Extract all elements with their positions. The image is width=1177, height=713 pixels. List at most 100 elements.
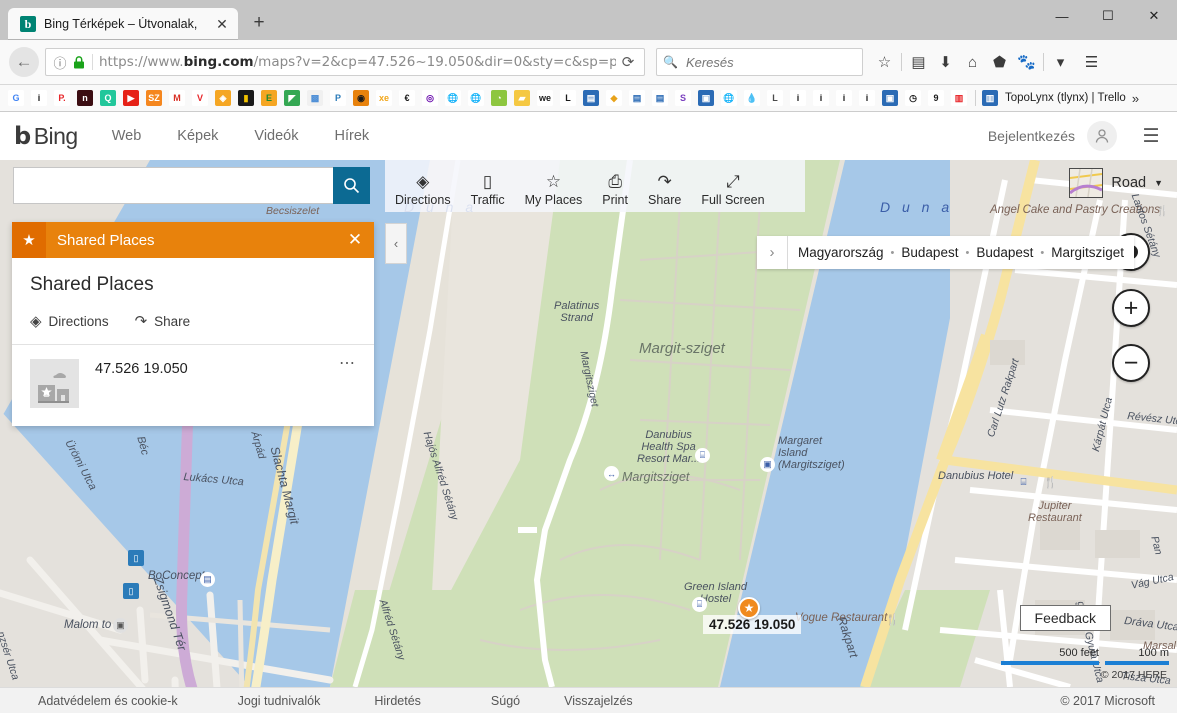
index-icon[interactable]: i <box>31 90 47 106</box>
diamond-icon[interactable]: ◆ <box>606 90 622 106</box>
nlc-icon[interactable]: n <box>77 90 93 106</box>
bookmarks-overflow-icon[interactable]: » <box>1132 91 1139 106</box>
bing-logo[interactable]: b Bing <box>14 122 78 150</box>
euro-icon[interactable]: € <box>399 90 415 106</box>
firefox-icon[interactable]: ◎ <box>422 90 438 106</box>
map-tool-full-screen[interactable]: ⤢ Full Screen <box>691 167 774 212</box>
zoom-in-button[interactable]: + <box>1112 289 1150 327</box>
nine-icon[interactable]: 9 <box>928 90 944 106</box>
port-icon[interactable]: P. <box>54 90 70 106</box>
map-tool-my-places[interactable]: ☆ My Places <box>515 167 593 212</box>
back-icon[interactable]: ← <box>9 47 39 77</box>
pinterest-icon[interactable]: P <box>330 90 346 106</box>
chevron-down-icon[interactable]: ▼ <box>1154 178 1163 188</box>
breadcrumb-expand-icon[interactable]: › <box>757 236 788 269</box>
close-icon[interactable]: ✕ <box>336 222 374 258</box>
breadcrumb-item[interactable]: Magyarország <box>798 245 884 260</box>
library-icon[interactable]: L <box>560 90 576 106</box>
water-drop-icon[interactable]: 💧 <box>744 90 760 106</box>
panel-action-share[interactable]: ↷ Share <box>135 312 191 330</box>
feedback-button[interactable]: Feedback <box>1019 605 1111 631</box>
map-style-selector[interactable]: Road ▼ <box>1069 168 1163 198</box>
gmail-icon[interactable]: M <box>169 90 185 106</box>
package-icon[interactable]: ◈ <box>215 90 231 106</box>
vatera-icon[interactable]: V <box>192 90 208 106</box>
youtube-icon[interactable]: ▶ <box>123 90 139 106</box>
chart-color-icon[interactable]: ▥ <box>951 90 967 106</box>
globe-grey-3-icon[interactable]: 🌐 <box>721 90 737 106</box>
more-options-icon[interactable]: ⋯ <box>339 356 356 372</box>
footer-link[interactable]: Adatvédelem és cookie-k <box>38 694 178 708</box>
map-tool-print[interactable]: ⎙ Print <box>592 167 638 212</box>
extension-icon[interactable]: 🐾 <box>1013 48 1040 76</box>
footer-link[interactable]: Jogi tudnivalók <box>238 694 321 708</box>
pocket-icon[interactable]: ⬟ <box>986 48 1013 76</box>
google-icon[interactable]: G <box>8 90 24 106</box>
breadcrumb-item[interactable]: Budapest <box>976 245 1033 260</box>
page-info-icon[interactable]: ⓘ <box>50 52 70 72</box>
letter-l-icon[interactable]: L <box>767 90 783 106</box>
szoftver-icon[interactable]: SZ <box>146 90 162 106</box>
index-4-icon[interactable]: i <box>836 90 852 106</box>
we-icon[interactable]: we <box>537 90 553 106</box>
hamburger-icon[interactable]: ☰ <box>1139 125 1163 148</box>
google-maps-icon[interactable]: ◤ <box>284 90 300 106</box>
table-1-icon[interactable]: ▤ <box>629 90 645 106</box>
chevron-down-icon[interactable]: ▾ <box>1047 48 1074 76</box>
reading-list-icon[interactable]: ▤ <box>905 48 932 76</box>
collapse-panel-button[interactable]: ‹ <box>385 223 407 264</box>
qwant-icon[interactable]: Q <box>100 90 116 106</box>
footer-link[interactable]: Visszajelzés <box>564 694 633 708</box>
bing-nav-web[interactable]: Web <box>112 128 142 144</box>
reload-icon[interactable]: ⟳ <box>616 53 640 71</box>
download-icon[interactable]: ⬇ <box>932 48 959 76</box>
browser-tab[interactable]: b Bing Térképek – Útvonalak, ✕ <box>8 8 238 40</box>
map-tool-traffic[interactable]: ▯ Traffic <box>461 167 515 212</box>
close-icon[interactable]: ✕ <box>214 16 230 32</box>
bing-nav-képek[interactable]: Képek <box>177 128 218 144</box>
clock-green-icon[interactable]: ◔ <box>491 90 507 106</box>
globe-grey-2-icon[interactable]: 🌐 <box>468 90 484 106</box>
clock-black-icon[interactable]: ◷ <box>905 90 921 106</box>
breadcrumb-item[interactable]: Margitsziget <box>1051 245 1124 260</box>
footer-link[interactable]: Súgó <box>491 694 520 708</box>
account-icon[interactable] <box>1087 121 1117 151</box>
footer-link[interactable]: Hirdetés <box>374 694 421 708</box>
xe-icon[interactable]: xe <box>376 90 392 106</box>
puzzle-icon[interactable]: ▩ <box>307 90 323 106</box>
app-blue-2-icon[interactable]: ▣ <box>882 90 898 106</box>
money-icon[interactable]: E <box>261 90 277 106</box>
new-tab-button[interactable]: + <box>248 12 270 34</box>
search-button[interactable] <box>333 167 370 204</box>
url-bar[interactable]: ⓘ https://www.bing.com/maps?v=2&cp=47.52… <box>45 48 645 76</box>
home-icon[interactable]: ⌂ <box>959 48 986 76</box>
globe-orange-icon[interactable]: ◉ <box>353 90 369 106</box>
zoom-out-button[interactable]: − <box>1112 344 1150 382</box>
picture-blue-icon[interactable]: ▤ <box>583 90 599 106</box>
index-3-icon[interactable]: i <box>813 90 829 106</box>
menu-icon[interactable]: ☰ <box>1078 48 1105 76</box>
bookmark-star-icon[interactable]: ☆ <box>871 48 898 76</box>
close-window-button[interactable]: ✕ <box>1131 0 1177 32</box>
index-2-icon[interactable]: i <box>790 90 806 106</box>
map-tool-directions[interactable]: ◈ Directions <box>385 167 461 212</box>
search-input[interactable] <box>13 167 333 204</box>
bing-nav-hírek[interactable]: Hírek <box>335 128 370 144</box>
url-text[interactable]: https://www.bing.com/maps?v=2&cp=47.526~… <box>92 54 616 70</box>
table-2-icon[interactable]: ▤ <box>652 90 668 106</box>
browser-search-input[interactable] <box>683 53 866 71</box>
bookmark-trello[interactable]: ▥ TopoLynx (tlynx) | Trello <box>982 90 1126 106</box>
bing-nav-videók[interactable]: Videók <box>254 128 298 144</box>
selected-place-pin[interactable]: ★ <box>738 597 760 619</box>
sign-in-link[interactable]: Bejelentkezés <box>988 128 1075 144</box>
maximize-button[interactable]: ☐ <box>1085 0 1131 32</box>
breadcrumb-item[interactable]: Budapest <box>901 245 958 260</box>
folder-icon[interactable]: ▰ <box>514 90 530 106</box>
list-item[interactable]: 47.526 19.050 ⋯ <box>12 345 374 426</box>
map-tool-share[interactable]: ↷ Share <box>638 167 691 212</box>
browser-search-bar[interactable]: 🔍 <box>656 48 866 76</box>
shopping-bag-icon[interactable]: ▮ <box>238 90 254 106</box>
index-5-icon[interactable]: i <box>859 90 875 106</box>
skype-icon[interactable]: S <box>675 90 691 106</box>
app-blue-1-icon[interactable]: ▣ <box>698 90 714 106</box>
